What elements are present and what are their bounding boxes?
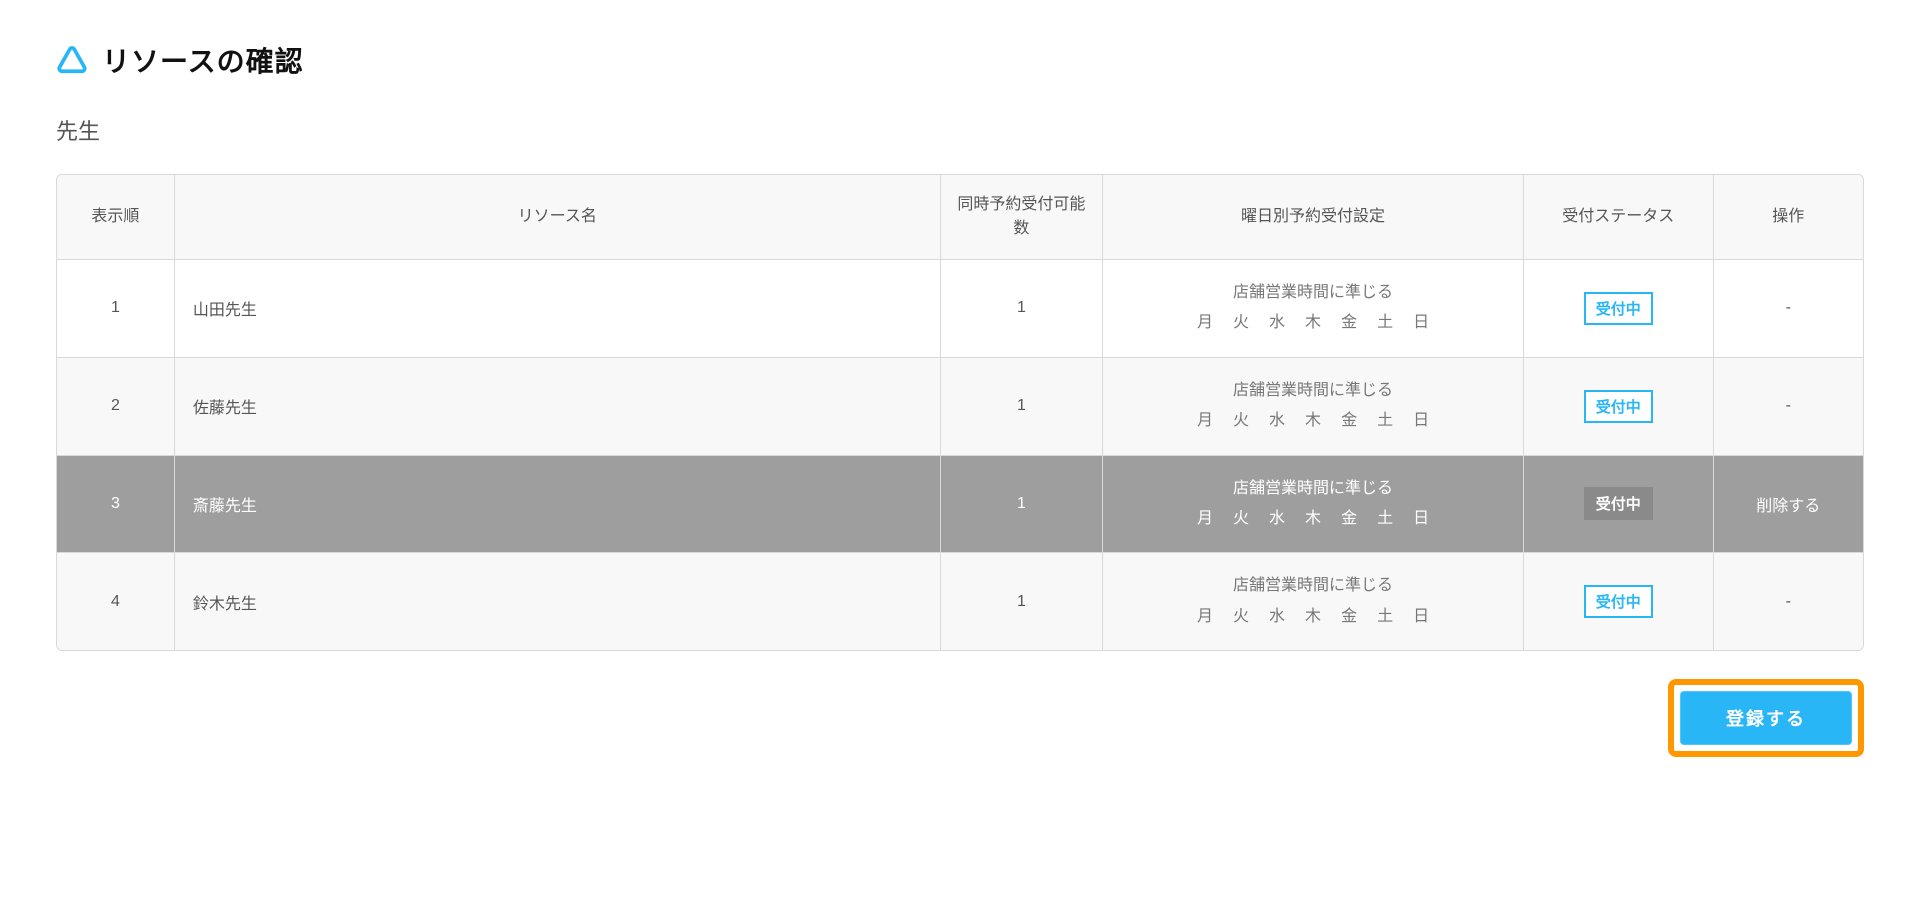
cell-name: 山田先生 — [174, 260, 940, 358]
day-rule-text: 店舗営業時間に準じる — [1113, 571, 1513, 601]
day-label: 火 — [1233, 406, 1249, 436]
day-list: 月火水木金土日 — [1113, 308, 1513, 338]
day-list: 月火水木金土日 — [1113, 504, 1513, 534]
col-header-day-setting: 曜日別予約受付設定 — [1103, 175, 1524, 260]
resource-table: 表示順 リソース名 同時予約受付可能数 曜日別予約受付設定 受付ステータス 操作… — [56, 174, 1864, 651]
actions-bar: 登録する — [56, 679, 1864, 757]
cell-day-setting: 店舗営業時間に準じる月火水木金土日 — [1103, 455, 1524, 553]
day-label: 金 — [1341, 504, 1357, 534]
cell-operation[interactable]: 削除する — [1713, 455, 1863, 553]
cell-operation: - — [1713, 357, 1863, 455]
day-label: 土 — [1377, 406, 1393, 436]
day-label: 土 — [1377, 308, 1393, 338]
cell-status: 受付中 — [1523, 357, 1713, 455]
col-header-capacity: 同時予約受付可能数 — [940, 175, 1103, 260]
page-header: リソースの確認 — [56, 40, 1864, 80]
day-label: 日 — [1413, 308, 1429, 338]
cell-order: 1 — [57, 260, 174, 358]
day-label: 土 — [1377, 504, 1393, 534]
table-head: 表示順 リソース名 同時予約受付可能数 曜日別予約受付設定 受付ステータス 操作 — [57, 175, 1863, 260]
cell-name: 佐藤先生 — [174, 357, 940, 455]
col-header-name: リソース名 — [174, 175, 940, 260]
cell-order: 3 — [57, 455, 174, 553]
day-rule-text: 店舗営業時間に準じる — [1113, 376, 1513, 406]
cell-day-setting: 店舗営業時間に準じる月火水木金土日 — [1103, 357, 1524, 455]
day-label: 月 — [1197, 504, 1213, 534]
day-label: 土 — [1377, 602, 1393, 632]
day-label: 火 — [1233, 504, 1249, 534]
day-label: 木 — [1305, 504, 1321, 534]
triangle-icon — [56, 44, 88, 76]
cell-capacity: 1 — [940, 260, 1103, 358]
cell-order: 4 — [57, 553, 174, 650]
col-header-status: 受付ステータス — [1523, 175, 1713, 260]
submit-button[interactable]: 登録する — [1680, 691, 1852, 745]
cell-status: 受付中 — [1523, 260, 1713, 358]
cell-operation: - — [1713, 260, 1863, 358]
day-label: 水 — [1269, 406, 1285, 436]
status-badge: 受付中 — [1584, 585, 1653, 618]
cell-day-setting: 店舗営業時間に準じる月火水木金土日 — [1103, 553, 1524, 650]
status-badge: 受付中 — [1584, 487, 1653, 520]
table-row: 4鈴木先生1店舗営業時間に準じる月火水木金土日受付中- — [57, 553, 1863, 650]
day-label: 木 — [1305, 406, 1321, 436]
day-label: 火 — [1233, 308, 1249, 338]
day-rule-text: 店舗営業時間に準じる — [1113, 278, 1513, 308]
cell-capacity: 1 — [940, 455, 1103, 553]
day-label: 木 — [1305, 308, 1321, 338]
table-row: 2佐藤先生1店舗営業時間に準じる月火水木金土日受付中- — [57, 357, 1863, 455]
cell-name: 斎藤先生 — [174, 455, 940, 553]
section-title: 先生 — [56, 114, 1864, 146]
day-label: 金 — [1341, 406, 1357, 436]
cell-name: 鈴木先生 — [174, 553, 940, 650]
day-label: 月 — [1197, 602, 1213, 632]
day-rule-text: 店舗営業時間に準じる — [1113, 474, 1513, 504]
day-label: 水 — [1269, 308, 1285, 338]
day-label: 日 — [1413, 406, 1429, 436]
cell-operation: - — [1713, 553, 1863, 650]
col-header-operation: 操作 — [1713, 175, 1863, 260]
day-label: 日 — [1413, 602, 1429, 632]
day-list: 月火水木金土日 — [1113, 602, 1513, 632]
day-label: 金 — [1341, 602, 1357, 632]
col-header-order: 表示順 — [57, 175, 174, 260]
table-body: 1山田先生1店舗営業時間に準じる月火水木金土日受付中-2佐藤先生1店舗営業時間に… — [57, 260, 1863, 651]
cell-status: 受付中 — [1523, 553, 1713, 650]
day-list: 月火水木金土日 — [1113, 406, 1513, 436]
cell-status: 受付中 — [1523, 455, 1713, 553]
cell-capacity: 1 — [940, 553, 1103, 650]
cell-order: 2 — [57, 357, 174, 455]
submit-highlight: 登録する — [1668, 679, 1864, 757]
day-label: 月 — [1197, 406, 1213, 436]
status-badge: 受付中 — [1584, 390, 1653, 423]
day-label: 火 — [1233, 602, 1249, 632]
cell-capacity: 1 — [940, 357, 1103, 455]
table-row: 3斎藤先生1店舗営業時間に準じる月火水木金土日受付中削除する — [57, 455, 1863, 553]
page-title: リソースの確認 — [102, 40, 304, 80]
day-label: 水 — [1269, 504, 1285, 534]
day-label: 金 — [1341, 308, 1357, 338]
day-label: 木 — [1305, 602, 1321, 632]
cell-day-setting: 店舗営業時間に準じる月火水木金土日 — [1103, 260, 1524, 358]
status-badge: 受付中 — [1584, 292, 1653, 325]
table-row: 1山田先生1店舗営業時間に準じる月火水木金土日受付中- — [57, 260, 1863, 358]
day-label: 日 — [1413, 504, 1429, 534]
day-label: 月 — [1197, 308, 1213, 338]
day-label: 水 — [1269, 602, 1285, 632]
